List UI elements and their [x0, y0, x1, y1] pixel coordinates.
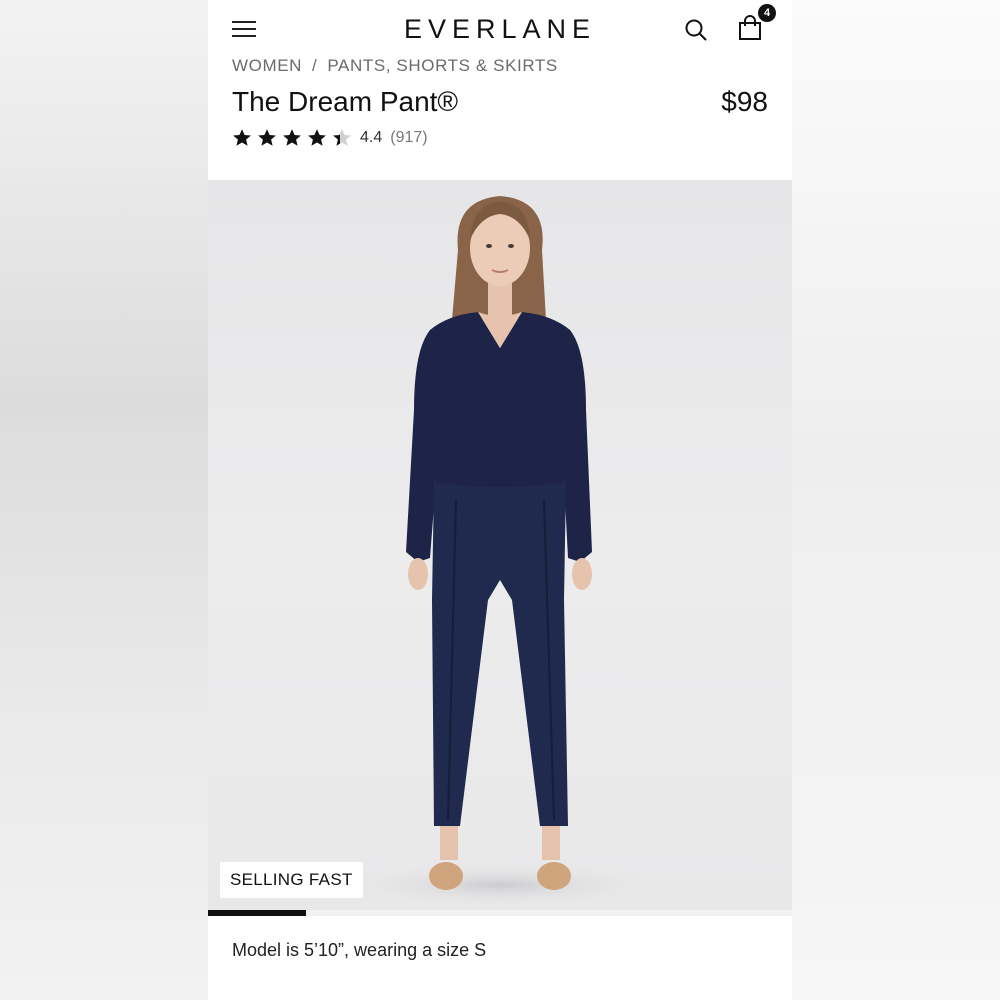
mobile-page: EVERLANE 4 WOMEN / PANTS, SHORTS & SKIRTS … — [208, 0, 792, 1000]
background-blur-left — [0, 0, 208, 1000]
product-rating[interactable]: 4.4 (917) — [232, 126, 428, 150]
top-navigation: EVERLANE 4 — [208, 0, 792, 60]
carousel-progress-fill — [208, 910, 306, 916]
model-illustration — [340, 196, 660, 907]
breadcrumb-separator: / — [312, 56, 318, 75]
product-photo[interactable]: SELLING FAST — [208, 180, 792, 911]
rating-stars — [232, 128, 352, 148]
star-icon — [233, 129, 251, 146]
image-carousel-progress[interactable] — [208, 910, 792, 916]
product-title: The Dream Pant® — [232, 86, 459, 117]
rating-value: 4.4 — [360, 129, 383, 146]
breadcrumb: WOMEN / PANTS, SHORTS & SKIRTS — [232, 56, 558, 76]
search-icon[interactable] — [684, 18, 708, 42]
selling-fast-badge: SELLING FAST — [220, 862, 363, 898]
model-size-note: Model is 5’10”, wearing a size S — [232, 940, 487, 960]
product-price: $98 — [721, 86, 768, 117]
star-icon — [283, 129, 301, 146]
background-blur-right — [792, 0, 1000, 1000]
star-icon — [258, 129, 276, 146]
breadcrumb-link-pants-shorts-skirts[interactable]: PANTS, SHORTS & SKIRTS — [327, 56, 557, 75]
star-icon — [333, 129, 351, 146]
star-icon — [308, 129, 326, 146]
review-count[interactable]: (917) — [390, 129, 427, 147]
cart-count-badge: 4 — [758, 4, 776, 22]
breadcrumb-link-women[interactable]: WOMEN — [232, 56, 302, 75]
